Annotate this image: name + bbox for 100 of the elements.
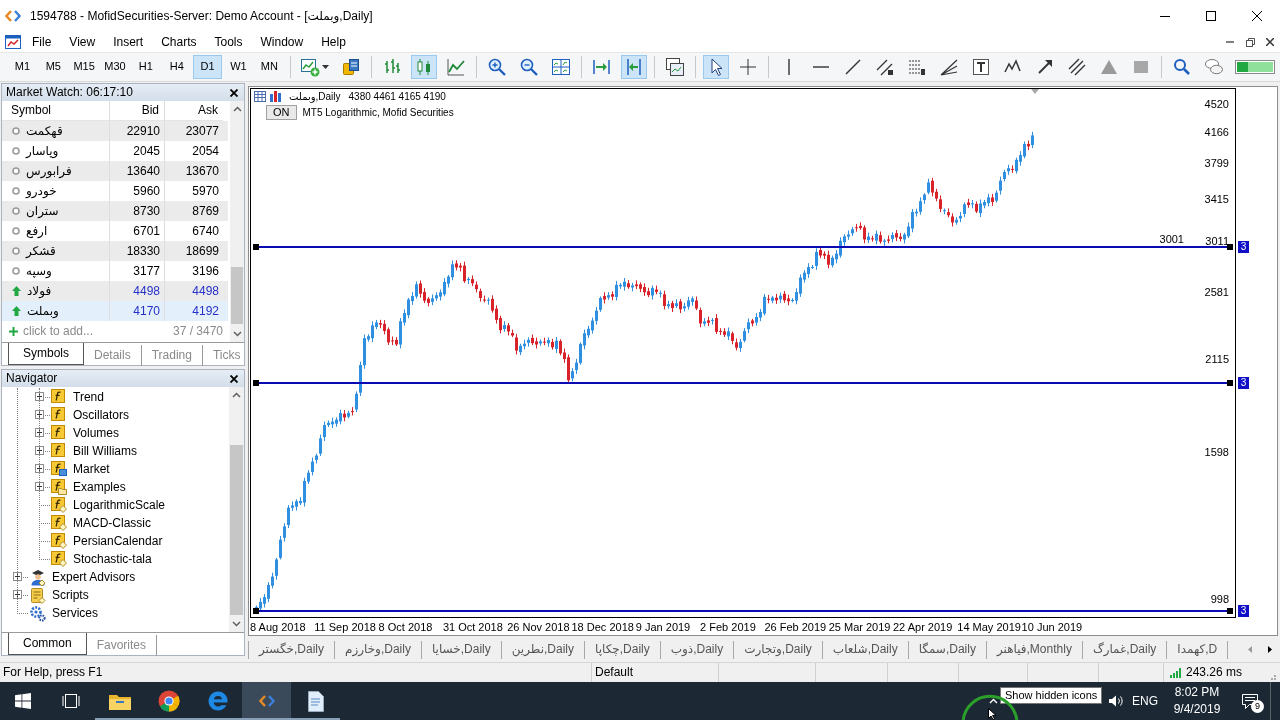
scrollbar[interactable] [230,101,244,342]
crosshair-icon [737,57,758,77]
panel-title: Market Watch: 06:17:10 [6,85,133,100]
chevron-up-icon [232,392,242,398]
tree-item[interactable]: Expert Advisors [52,569,136,585]
tree-item[interactable]: Volumes [73,425,120,441]
add-symbol-link[interactable]: click to add... [23,324,94,339]
speaker-icon [1109,695,1123,707]
date-label: 26 Feb 2019 [764,620,827,634]
menu-item[interactable]: Help [312,32,355,52]
start-icon [15,693,31,709]
timeframe-button[interactable]: H4 [162,55,192,79]
ohlc-values: 4380 4461 4165 4190 [348,90,446,103]
scrollbar-thumb[interactable] [230,445,243,615]
notification-count: 9 [1251,700,1264,713]
tree-item[interactable]: MACD-Classic [73,515,151,531]
tree-item[interactable]: PersianCalendar [73,533,163,549]
line-tag: 3 [1238,605,1249,617]
chart-tab[interactable]: ذوب,Daily [660,640,735,659]
timeframe-button[interactable]: MN [254,55,284,79]
task-view-icon [61,694,80,708]
chart-tab[interactable]: شلعاب,Daily [822,640,909,659]
menu-item[interactable]: File [23,32,61,52]
expand-icon[interactable] [35,392,44,401]
menu-item[interactable]: Tools [205,32,252,52]
tree-item[interactable]: Market [73,461,110,477]
menu-item[interactable]: Window [251,32,313,52]
clock[interactable]: 8:02 PM 9/4/2019 [1164,682,1230,720]
chat-bubbles-icon [1203,57,1224,77]
chart-tab[interactable]: فیاهنر,Monthly [986,640,1083,659]
tree-item[interactable]: Stochastic-tala [73,551,152,567]
timeframe-button[interactable]: M5 [38,55,68,79]
tree-item[interactable]: LogarithmicScale [73,497,166,513]
timeframe-button[interactable]: H1 [131,55,161,79]
maximize-icon [1206,11,1216,21]
bid-price: 22910 [126,123,160,139]
function-folder-icon [51,479,67,495]
ask-price: 4498 [192,283,219,299]
menu-item[interactable]: View [60,32,105,52]
chart-tab[interactable]: سمگا,Daily [908,640,987,659]
expand-icon[interactable] [13,572,22,581]
triangle-right-icon [1268,646,1272,653]
panel-tab[interactable]: Symbols [8,343,84,365]
chart-tab[interactable]: غمارگ,Daily [1082,640,1168,659]
close-button[interactable] [228,372,240,385]
price-label: 3415 [1204,192,1229,206]
zoom-in-icon [486,57,507,77]
menu-item[interactable]: Insert [104,32,153,52]
indicator-toggle-button[interactable]: ON [266,105,297,120]
candlestick-button[interactable] [410,55,437,79]
close-button[interactable] [228,86,240,99]
timeframe-button[interactable]: M30 [100,55,130,79]
tree-item[interactable]: Examples [73,479,126,495]
chevron-down-icon [232,621,242,627]
timeframe-button[interactable]: M1 [8,55,37,79]
tree-item[interactable]: Oscillators [73,407,129,423]
date-label: 11 Sep 2018 [314,620,376,634]
expand-icon[interactable] [35,428,44,437]
bars-icon [270,91,282,102]
ask-price: 2054 [192,143,219,159]
panel-tab[interactable]: Trading [141,345,203,366]
chart-tab[interactable]: خسایا,Daily [421,640,502,659]
function-window-icon [51,461,67,477]
notifications-button[interactable]: 9 [1230,682,1270,720]
timeframe-button[interactable]: D1 [193,55,222,79]
text-box-icon [970,57,991,77]
language-button[interactable]: ENG [1126,682,1164,720]
timeframe-button[interactable]: M15 [69,55,99,79]
chevrons-icon [5,9,21,23]
panel-tab[interactable]: Details [84,345,142,366]
horizontal-line-icon [812,66,829,68]
timeframe-button[interactable]: W1 [224,55,253,79]
panel-tab[interactable]: Favorites [86,635,158,656]
scrollbar-thumb[interactable] [231,267,243,324]
expand-icon[interactable] [35,446,44,455]
tree-item[interactable]: Scripts [52,587,89,603]
status-text: For Help, press F1 [3,665,103,680]
tree-item[interactable]: Trend [73,389,104,405]
bid-price: 4170 [133,303,160,319]
profile-name: Default [595,665,634,680]
scrollbar[interactable] [229,387,244,632]
expand-icon[interactable] [35,464,44,473]
price-label: 4520 [1204,97,1229,111]
chart-tab[interactable]: کهمدا,D [1167,640,1229,659]
expand-icon[interactable] [35,410,44,419]
expand-icon[interactable] [13,590,22,599]
menu-item[interactable]: Charts [152,32,206,52]
tree-item[interactable]: Services [52,605,98,621]
panel-tab[interactable]: Common [8,633,87,655]
auto-scroll-button[interactable] [620,55,647,79]
chart-tab[interactable]: نطرین,Daily [501,640,585,659]
chart-tab[interactable]: وخارزم,Daily [335,640,422,659]
tree-item[interactable]: Bill Williams [73,443,137,459]
expand-icon[interactable] [35,482,44,491]
chart-tab[interactable]: خگستر,Daily [248,640,335,659]
cursor-button[interactable] [702,55,729,79]
date-label: 26 Nov 2018 [507,620,570,634]
date-label: 25 Mar 2019 [828,620,891,634]
chart-tab[interactable]: وتجارت,Daily [734,640,823,659]
chart-tab[interactable]: چکاپا,Daily [585,640,661,659]
